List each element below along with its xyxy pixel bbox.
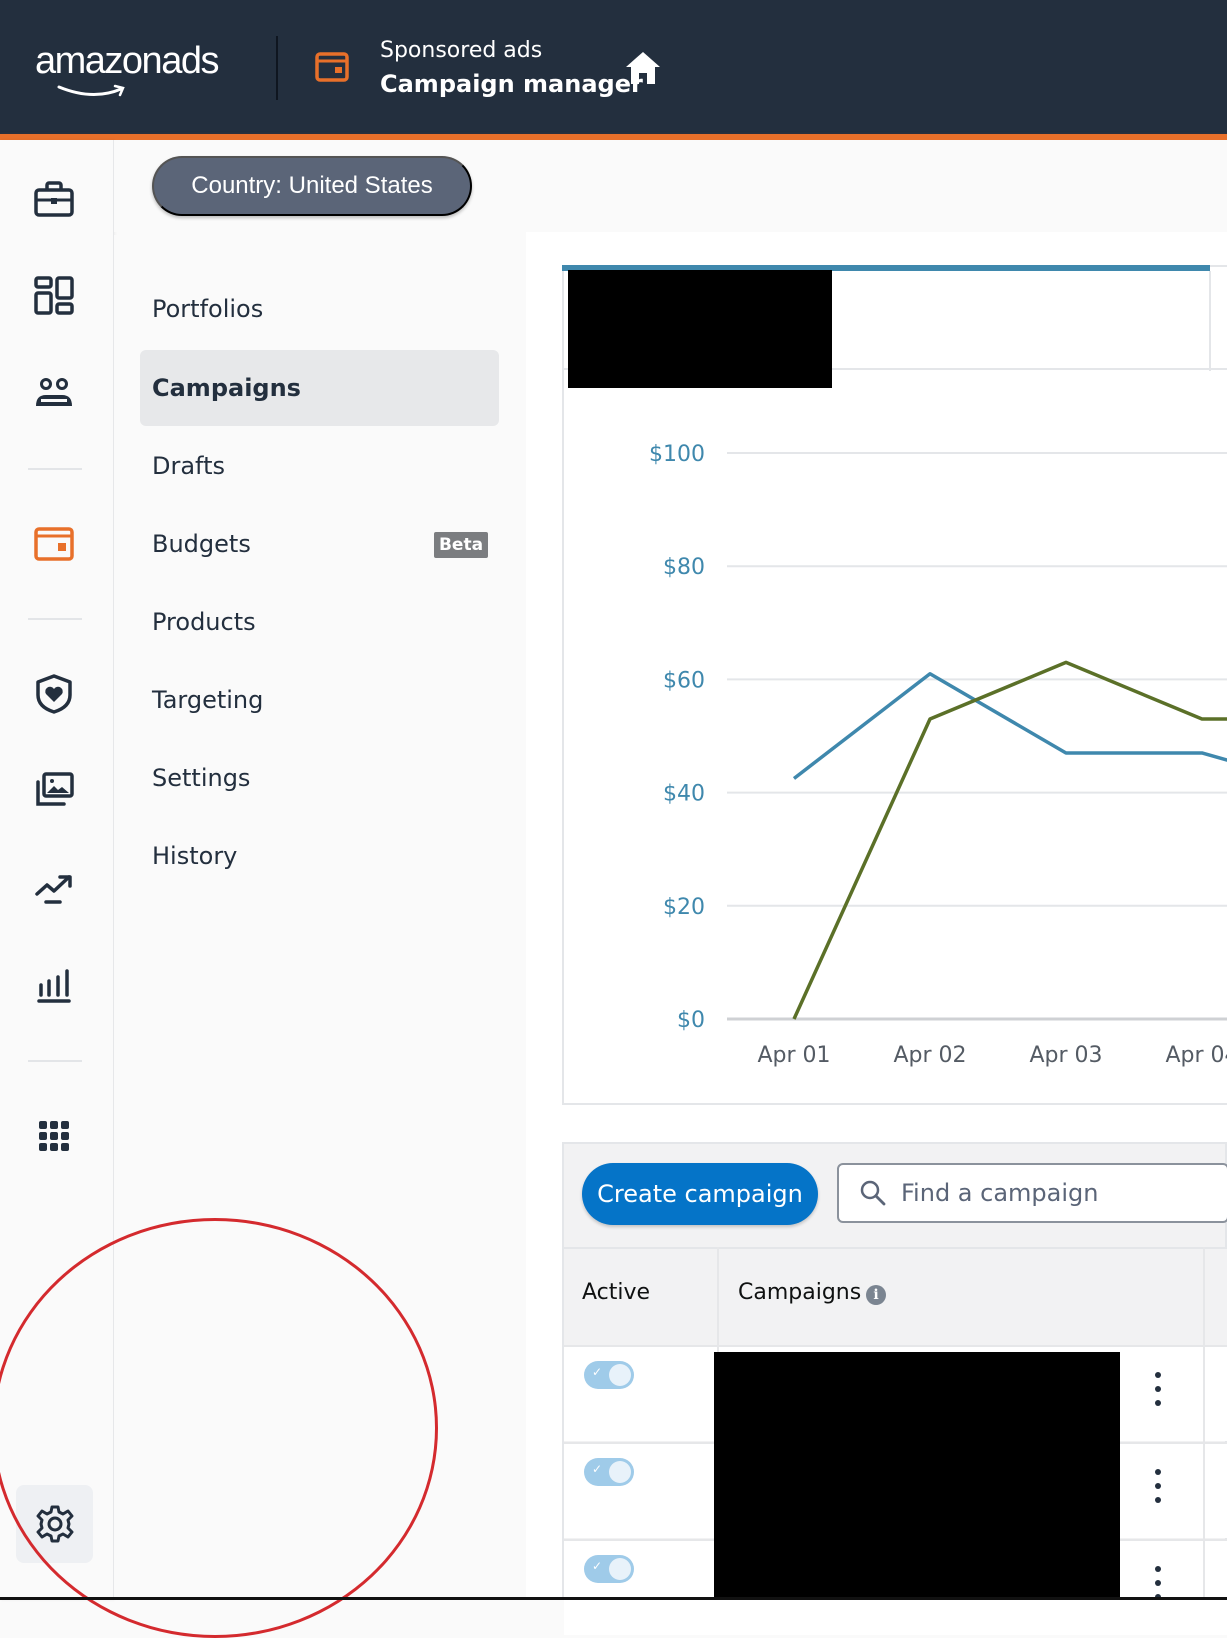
shield-heart-icon	[36, 674, 72, 714]
active-toggle[interactable]: ✓	[584, 1458, 634, 1486]
subnav-item-targeting[interactable]: Targeting	[152, 680, 263, 720]
gear-icon	[36, 1505, 73, 1543]
series-2-point[interactable]	[1196, 713, 1208, 725]
beta-badge: Beta	[434, 532, 488, 558]
active-toggle[interactable]: ✓	[584, 1361, 634, 1389]
check-icon: ✓	[592, 1462, 603, 1476]
subnav-item-history[interactable]: History	[152, 836, 237, 876]
y-tick-label: $80	[663, 555, 705, 580]
series-line-2	[792, 660, 1227, 1020]
series-2-point[interactable]	[788, 1013, 800, 1025]
series-2-point[interactable]	[924, 713, 936, 725]
rail-item-campaign-manager[interactable]	[32, 522, 76, 566]
campaign-card-icon	[34, 527, 74, 561]
subnav-item-campaigns[interactable]: Campaigns	[152, 368, 301, 408]
logo-suffix-text: ads	[161, 40, 219, 82]
amazon-smile-icon	[57, 84, 125, 97]
administration-button[interactable]	[16, 1485, 93, 1563]
y-tick-label: $40	[663, 782, 705, 807]
toggle-knob	[609, 1558, 631, 1580]
create-campaign-button[interactable]: Create campaign	[582, 1163, 818, 1225]
header-divider	[276, 36, 278, 100]
y-tick-label: $0	[677, 1008, 705, 1033]
column-header-active[interactable]: Active	[582, 1280, 650, 1305]
metric-tab-separator	[1209, 271, 1211, 371]
search-icon	[860, 1180, 886, 1206]
x-tick-label: Apr 02	[893, 1043, 966, 1068]
briefcase-icon	[34, 181, 74, 217]
rail-item-dashboard[interactable]	[32, 274, 76, 318]
series-1-point[interactable]	[788, 772, 800, 784]
check-icon: ✓	[592, 1559, 603, 1573]
product-subtitle: Sponsored ads	[380, 38, 543, 63]
amazon-ads-logo[interactable]: amazonads	[35, 40, 219, 83]
toggle-knob	[609, 1461, 631, 1483]
x-tick-label: Apr 03	[1029, 1043, 1102, 1068]
column-divider	[1203, 1345, 1205, 1600]
series-line-1	[792, 671, 1227, 780]
rail-item-briefcase[interactable]	[32, 177, 76, 221]
subnav-item-portfolios[interactable]: Portfolios	[152, 289, 263, 329]
check-icon: ✓	[592, 1365, 603, 1379]
subnav-item-drafts[interactable]: Drafts	[152, 446, 225, 486]
rail-divider	[28, 468, 82, 470]
logo-main-text: amazon	[35, 40, 163, 82]
redacted-campaign-names	[714, 1352, 1120, 1600]
campaign-manager-subnav	[114, 235, 526, 1600]
rail-item-apps[interactable]	[32, 1114, 76, 1158]
country-selector-button[interactable]: Country: United States	[152, 156, 472, 216]
rail-item-brand-safety[interactable]	[32, 672, 76, 716]
row-actions-kebab-icon[interactable]	[1148, 1372, 1168, 1406]
campaign-card-icon	[315, 52, 349, 82]
apps-grid-icon	[39, 1121, 69, 1151]
spend-line-chart: $0 $20 $40 $60 $80 $100 Apr 01 Apr 02 Apr 03 Apr …	[649, 442, 1227, 1068]
y-tick-label: $100	[649, 442, 705, 467]
subnav-item-budgets[interactable]: Budgets	[152, 524, 251, 564]
dashboard-icon	[34, 276, 74, 315]
rail-item-insights[interactable]	[32, 867, 76, 911]
row-actions-kebab-icon[interactable]	[1148, 1469, 1168, 1503]
home-icon[interactable]	[624, 50, 662, 86]
column-header-campaigns[interactable]: Campaigns	[738, 1280, 861, 1305]
series-2-point[interactable]	[1060, 656, 1072, 668]
active-toggle[interactable]: ✓	[584, 1555, 634, 1583]
subnav-item-settings[interactable]: Settings	[152, 758, 250, 798]
rail-item-users[interactable]	[32, 372, 76, 416]
media-gallery-icon	[36, 772, 74, 806]
x-tick-label: Apr 01	[757, 1043, 830, 1068]
table-header-row	[564, 1247, 1227, 1345]
series-1-point[interactable]	[1060, 747, 1072, 759]
redacted-metric-tab[interactable]	[568, 270, 832, 388]
top-navigation-bar: amazonads Sponsored ads Campaign manager	[0, 0, 1227, 134]
campaign-search-input[interactable]	[901, 1165, 1221, 1221]
users-icon	[36, 378, 72, 406]
rail-item-reports[interactable]	[32, 964, 76, 1008]
subnav-item-products[interactable]: Products	[152, 602, 256, 642]
info-icon[interactable]: i	[866, 1285, 886, 1305]
y-tick-label: $20	[663, 895, 705, 920]
row-actions-kebab-icon[interactable]	[1148, 1566, 1168, 1600]
rail-divider	[28, 1060, 82, 1062]
rail-divider	[28, 618, 82, 620]
bar-chart-icon	[37, 969, 71, 1003]
x-tick-label: Apr 04	[1165, 1043, 1227, 1068]
toggle-knob	[609, 1364, 631, 1386]
rail-item-creative-assets[interactable]	[32, 768, 76, 812]
product-title: Campaign manager	[380, 70, 643, 98]
campaign-search-box[interactable]	[837, 1163, 1227, 1223]
trend-up-icon	[35, 875, 72, 904]
series-1-point[interactable]	[924, 668, 936, 680]
y-tick-label: $60	[663, 668, 705, 693]
series-1-point[interactable]	[1196, 747, 1208, 759]
